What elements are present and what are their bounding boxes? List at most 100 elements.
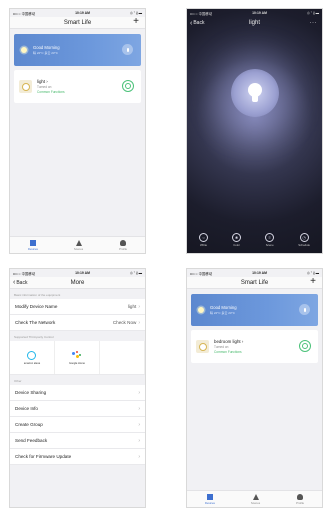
microphone-icon[interactable] bbox=[299, 304, 310, 315]
scene-mode-button[interactable]: ≡ Scene bbox=[265, 233, 275, 247]
nav-bar: Smart Life + bbox=[10, 16, 145, 29]
firmware-update-row[interactable]: Check for Firmware Update › bbox=[10, 449, 145, 465]
device-card[interactable]: bedroom light › Turned on Common Functio… bbox=[191, 330, 318, 363]
clock-icon: ◷ bbox=[299, 233, 309, 242]
section-header: Basic information of the equipment bbox=[14, 293, 61, 297]
list-icon: ≡ bbox=[265, 233, 275, 242]
chevron-right-icon: › bbox=[46, 79, 48, 84]
google-assistant-icon bbox=[72, 350, 82, 360]
carrier-label: •••○○ 中国移动 bbox=[190, 11, 213, 16]
control-label: Schedule bbox=[298, 243, 310, 247]
tab-scenes[interactable]: Scenes bbox=[73, 239, 84, 251]
add-device-button[interactable]: + bbox=[133, 16, 139, 27]
person-icon bbox=[297, 493, 304, 500]
back-button[interactable]: ‹ Back bbox=[190, 20, 204, 27]
nav-bar: ‹ Back light ··· bbox=[187, 17, 322, 29]
device-card[interactable]: light › Turned on Common Functions bbox=[14, 70, 141, 103]
chevron-right-icon: › bbox=[138, 389, 140, 396]
power-button[interactable] bbox=[299, 340, 311, 352]
tab-devices[interactable]: Devices bbox=[205, 493, 215, 505]
alexa-tile[interactable]: amazon alexa bbox=[10, 341, 55, 374]
greeting-text: Good Morning bbox=[210, 305, 237, 310]
greeting-text: Good Morning bbox=[33, 45, 60, 50]
add-device-button[interactable]: + bbox=[310, 276, 316, 287]
tab-scenes[interactable]: Scenes bbox=[250, 493, 261, 505]
back-label: Back bbox=[16, 279, 28, 286]
microphone-icon[interactable] bbox=[122, 44, 133, 55]
section-header: Supported Third-party Control bbox=[14, 335, 54, 339]
common-functions-link[interactable]: Common Functions bbox=[37, 90, 65, 94]
common-functions-link[interactable]: Common Functions bbox=[214, 350, 243, 354]
nav-bar: Smart Life + bbox=[187, 276, 322, 289]
row-label: Modify Device Name bbox=[15, 304, 58, 309]
status-bar: •••○○ 中国移动 10:19 AM ◎ ⁷ ∦ ▬ bbox=[187, 9, 322, 17]
tab-label: Profile bbox=[119, 246, 128, 251]
phone-home-screen-renamed: •••○○ 中国移动 10:19 AM ◎ ⁷ ∦ ▬ Smart Life +… bbox=[186, 268, 323, 508]
control-label: Color bbox=[233, 243, 240, 247]
page-title: More bbox=[70, 279, 85, 286]
power-ring-icon: ○ bbox=[199, 233, 209, 242]
chevron-right-icon: › bbox=[138, 319, 140, 326]
clock: 10:19 AM bbox=[252, 11, 267, 15]
home-icon bbox=[75, 239, 82, 246]
device-state: Turned on bbox=[214, 345, 229, 349]
carrier-label: •••○○ 中国移动 bbox=[13, 271, 36, 276]
tab-profile[interactable]: Profile bbox=[296, 493, 305, 505]
clock: 10:19 AM bbox=[252, 271, 267, 275]
google-home-tile[interactable]: Google Home bbox=[55, 341, 100, 374]
tile-label: amazon alexa bbox=[23, 361, 41, 365]
carrier-label: •••○○ 中国移动 bbox=[190, 271, 213, 276]
check-network-row[interactable]: Check The Network Check Now › bbox=[10, 315, 145, 331]
create-group-row[interactable]: Create Group › bbox=[10, 417, 145, 433]
color-mode-button[interactable]: ❀ Color bbox=[232, 233, 242, 247]
nav-bar: ‹ Back More bbox=[10, 277, 145, 289]
control-bar: ○ White ❀ Color ≡ Scene ◷ Schedule bbox=[187, 233, 322, 247]
third-party-grid: amazon alexa Google Home bbox=[10, 341, 145, 375]
send-feedback-row[interactable]: Send Feedback › bbox=[10, 433, 145, 449]
tab-label: Scenes bbox=[73, 246, 84, 251]
row-label: Device Info bbox=[15, 406, 38, 411]
chevron-right-icon: › bbox=[138, 453, 140, 460]
tile-label: Google Home bbox=[68, 361, 85, 365]
back-button[interactable]: ‹ Back bbox=[13, 279, 27, 286]
tab-label: Scenes bbox=[250, 500, 261, 505]
chevron-left-icon: ‹ bbox=[13, 279, 16, 286]
row-label: Check for Firmware Update bbox=[15, 454, 72, 459]
light-toggle[interactable] bbox=[231, 69, 279, 117]
power-button[interactable] bbox=[122, 80, 134, 92]
weather-detail: 晴 22°C 多云 23°C bbox=[33, 51, 58, 55]
device-sharing-row[interactable]: Device Sharing › bbox=[10, 385, 145, 401]
chevron-right-icon: › bbox=[138, 421, 140, 428]
phone-more-screen: •••○○ 中国移动 10:19 AM ◎ ⁷ ∦ ▬ ‹ Back More B… bbox=[9, 268, 146, 508]
tab-label: Profile bbox=[296, 500, 305, 505]
grid-icon bbox=[29, 239, 36, 246]
palette-icon: ❀ bbox=[232, 233, 242, 242]
grid-icon bbox=[206, 493, 213, 500]
weather-detail: 晴 22°C 多云 23°C bbox=[210, 311, 235, 315]
chevron-left-icon: ‹ bbox=[190, 19, 193, 27]
home-icon bbox=[252, 493, 259, 500]
modify-device-name-row[interactable]: Modify Device Name light › bbox=[10, 299, 145, 315]
tab-label: Devices bbox=[27, 246, 38, 251]
chevron-right-icon: › bbox=[138, 437, 140, 444]
device-info-row[interactable]: Device Info › bbox=[10, 401, 145, 417]
lightbulb-icon bbox=[248, 83, 262, 103]
phone-home-screen: •••○○ 中国移动 10:19 AM ◎ ⁷ ∦ ▬ Smart Life +… bbox=[9, 8, 146, 254]
control-label: Scene bbox=[265, 243, 274, 247]
back-label: Back bbox=[193, 20, 205, 26]
carrier-label: •••○○ 中国移动 bbox=[13, 11, 36, 16]
more-button[interactable]: ··· bbox=[310, 20, 318, 26]
tab-profile[interactable]: Profile bbox=[119, 239, 128, 251]
device-state: Turned on bbox=[37, 85, 52, 89]
section-header: Other bbox=[14, 379, 22, 383]
white-mode-button[interactable]: ○ White bbox=[199, 233, 209, 247]
page-title: Smart Life bbox=[63, 19, 92, 26]
page-title: light bbox=[248, 20, 260, 26]
page-title: Smart Life bbox=[240, 279, 269, 286]
status-bar: •••○○ 中国移动 10:19 AM ◎ ⁷ ∦ ▬ bbox=[10, 9, 145, 17]
tab-devices[interactable]: Devices bbox=[27, 239, 38, 251]
device-name: light bbox=[37, 79, 46, 84]
bulb-icon bbox=[19, 80, 32, 93]
row-value: Check Now bbox=[112, 320, 137, 325]
schedule-button[interactable]: ◷ Schedule bbox=[298, 233, 310, 247]
